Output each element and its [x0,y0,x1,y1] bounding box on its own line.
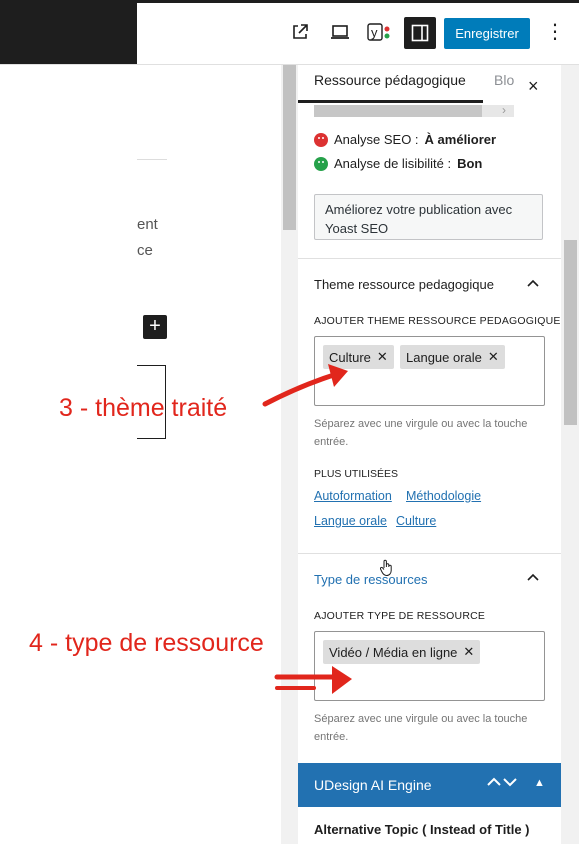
udesign-panel-header[interactable]: UDesign AI Engine ▲ [298,763,561,807]
type-panel-title[interactable]: Type de ressources [314,572,427,587]
add-theme-label: AJOUTER THEME RESSOURCE PEDAGOGIQUE [314,315,561,327]
collapse-triangle-icon[interactable]: ▲ [534,777,545,789]
seo-value: À améliorer [424,132,497,147]
token-label: Vidéo / Média en ligne [329,644,458,660]
help-line: entrée. [314,731,349,743]
theme-help-text: Séparez avec une virgule ou avec la touc… [314,415,554,451]
yoast-cta-line1: Améliorez votre publication avec [325,202,513,217]
more-options-icon[interactable]: ⋮ [545,21,565,43]
chevron-up-icon[interactable] [525,274,541,290]
chevron-up-icon[interactable] [525,568,541,584]
annotation-type: 4 - type de ressource [29,629,264,657]
seo-analysis: Analyse SEO : À améliorer [314,132,496,147]
udesign-title: UDesign AI Engine [314,777,432,793]
scroll-right-arrow-icon[interactable]: › [502,103,506,117]
most-used-langue-orale[interactable]: Langue orale [314,514,387,528]
block-inserter-button[interactable]: + [143,315,167,339]
tab-block[interactable]: Blo [494,72,518,88]
editor-scroll-thumb[interactable] [283,65,296,230]
top-toolbar: y Enregistrer ⋮ [0,0,579,65]
yoast-cta-line2: Yoast SEO [325,221,389,236]
theme-panel-title[interactable]: Theme ressource pedagogique [314,277,494,292]
sidebar-toggle-icon[interactable] [404,17,436,49]
most-used-methodologie[interactable]: Méthodologie [406,489,481,503]
hand-cursor-icon [379,559,394,582]
text-fragment: ent [137,216,158,233]
move-up-down-icon[interactable] [487,775,519,792]
toolbar-top-edge [137,0,579,3]
most-used-culture[interactable]: Culture [396,514,436,528]
yoast-improve-button[interactable]: Améliorez votre publication avec Yoast S… [314,194,543,240]
readability-value: Bon [457,156,483,171]
separator-line [137,159,167,160]
scroll-thumb[interactable] [314,105,482,117]
red-arrow-icon [262,364,348,407]
yoast-letter: y [371,25,378,40]
sad-face-icon [314,132,328,147]
toolbar-dark-region [0,0,137,64]
sidebar-scrollbar[interactable] [561,65,579,844]
help-line: Séparez avec une virgule ou avec la touc… [314,713,528,725]
save-button[interactable]: Enregistrer [444,18,530,49]
type-help-text: Séparez avec une virgule ou avec la touc… [314,710,554,746]
red-arrow-icon [274,666,352,694]
token-langue-orale: Langue orale ✕ [400,345,505,369]
remove-token-icon[interactable]: ✕ [488,349,499,365]
editor-canvas[interactable]: ent ce + [0,65,281,844]
yoast-icon[interactable]: y [366,21,392,43]
sidebar-scroll-thumb[interactable] [564,240,577,425]
smiley-face-icon [314,156,328,171]
divider [298,553,561,554]
remove-token-icon[interactable]: ✕ [377,349,388,365]
annotation-theme: 3 - thème traité [59,394,228,422]
tab-ressource-pedagogique[interactable]: Ressource pédagogique [314,72,466,88]
settings-sidebar: Ressource pédagogique Blo × › Analyse SE… [298,65,561,844]
add-type-label: AJOUTER TYPE DE RESSOURCE [314,610,486,622]
editor-scrollbar[interactable] [281,65,298,844]
help-line: entrée. [314,436,349,448]
most-used-label: PLUS UTILISÉES [314,468,399,480]
help-line: Séparez avec une virgule ou avec la touc… [314,418,528,430]
text-fragment: ce [137,242,153,259]
readability-analysis: Analyse de lisibilité : Bon [314,156,482,171]
close-icon[interactable]: × [528,75,539,97]
divider [298,258,561,259]
alternative-topic-label: Alternative Topic ( Instead of Title ) [314,822,530,837]
remove-token-icon[interactable]: ✕ [463,644,474,660]
laptop-icon[interactable] [329,21,351,43]
sidebar-tabs: Ressource pédagogique Blo × [298,65,561,103]
tabs-horizontal-scrollbar[interactable]: › [314,103,514,117]
readability-label: Analyse de lisibilité : [334,156,452,171]
token-video-media: Vidéo / Média en ligne ✕ [323,640,481,664]
most-used-autoformation[interactable]: Autoformation [314,489,392,503]
external-link-icon[interactable] [289,21,311,43]
token-label: Langue orale [406,349,482,365]
active-tab-indicator [298,100,483,103]
seo-label: Analyse SEO : [334,132,419,147]
